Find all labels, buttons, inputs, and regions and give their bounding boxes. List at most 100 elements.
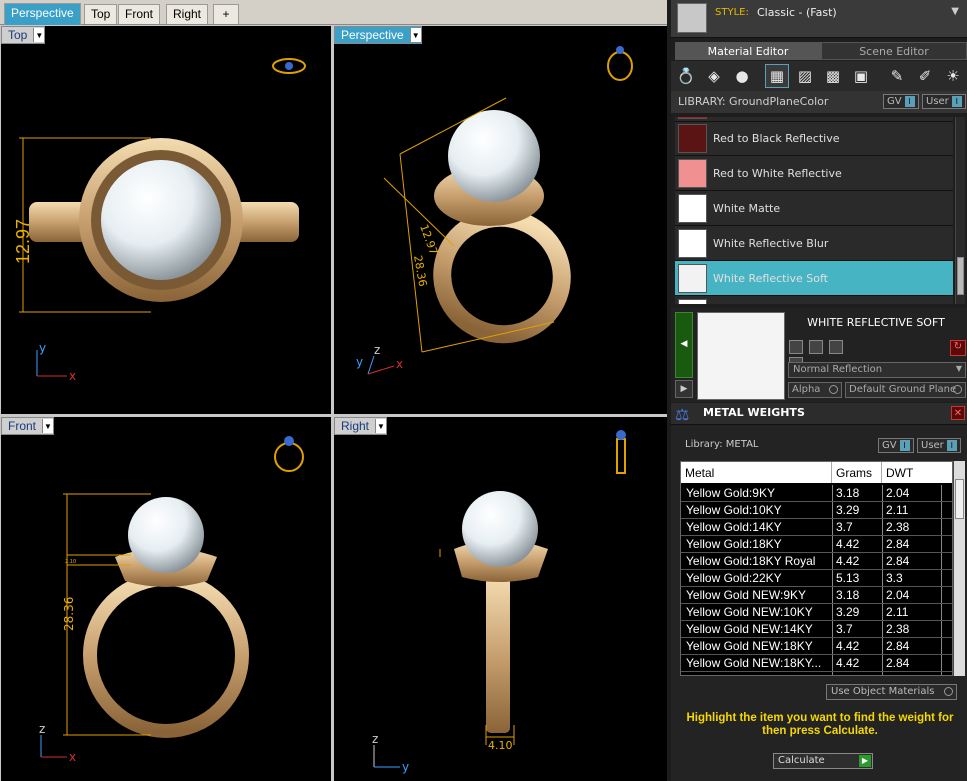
swatch xyxy=(678,124,707,153)
cell-metal: Yellow Gold:18KY Royal xyxy=(686,554,816,568)
viewport-right[interactable]: Right ▼ 4.10 z y xyxy=(334,417,667,781)
cell-dwt: 2.38 xyxy=(886,520,910,534)
tab-perspective[interactable]: Perspective xyxy=(4,3,81,25)
table-row[interactable]: Yellow Gold NEW:9KY 3.18 2.04 xyxy=(681,587,952,604)
cell-metal: Yellow Gold NEW:18KY... xyxy=(686,656,822,670)
tab-front[interactable]: Front xyxy=(118,4,161,24)
table-row[interactable]: Yellow Gold:22KY 5.13 3.3 xyxy=(681,570,952,587)
table-row[interactable]: Yellow Gold NEW:14KY 3.7 2.38 xyxy=(681,621,952,638)
checker-icon[interactable]: ▣ xyxy=(849,64,873,88)
cell-metal: Yellow Gold:18KY xyxy=(686,537,782,551)
list-item[interactable]: White Reflective Blur xyxy=(675,226,953,261)
use-object-materials-toggle[interactable]: Use Object Materials xyxy=(826,684,957,700)
svg-text:z: z xyxy=(372,732,378,746)
user-toggle[interactable]: User I xyxy=(917,438,961,453)
reflection-select[interactable]: Normal Reflection ▼ xyxy=(788,362,966,378)
right-panel: STYLE: Classic - (Fast) ▼ Material Edito… xyxy=(671,0,967,781)
dimension-label: 12.97 xyxy=(13,219,33,264)
chevron-down-icon[interactable]: ▼ xyxy=(951,6,959,17)
sphere-icon[interactable]: ● xyxy=(730,64,754,88)
ground-plane-field[interactable]: Default Ground Plane xyxy=(845,382,966,398)
metal-table-scrollbar[interactable] xyxy=(953,461,965,676)
user-toggle[interactable]: User I xyxy=(922,94,966,109)
panel-title: METAL WEIGHTS xyxy=(703,406,805,419)
save-icon[interactable] xyxy=(789,340,803,354)
gv-toggle[interactable]: GV I xyxy=(878,438,914,453)
tab-right[interactable]: Right xyxy=(166,4,209,24)
svg-text:y: y xyxy=(356,355,363,369)
pattern-icon[interactable]: ▨ xyxy=(793,64,817,88)
table-row[interactable]: Yellow Gold:9KY 3.18 2.04 xyxy=(681,485,952,502)
svg-text:z: z xyxy=(39,722,45,736)
table-row[interactable]: Yellow Gold NEW:22KY 5.13 3.3 xyxy=(681,672,952,675)
list-item[interactable]: Red to White Reflective xyxy=(675,156,953,191)
list-item[interactable] xyxy=(675,296,953,304)
column-header-dwt[interactable]: DWT xyxy=(882,462,952,483)
table-row[interactable]: Yellow Gold:18KY Royal 4.42 2.84 xyxy=(681,553,952,570)
tab-top[interactable]: Top xyxy=(84,4,118,24)
paint-icon[interactable]: ✎ xyxy=(885,64,909,88)
calculate-button[interactable]: Calculate ▶ xyxy=(773,753,873,769)
diamond-icon[interactable]: ◈ xyxy=(702,64,726,88)
list-item-selected[interactable]: White Reflective Soft xyxy=(675,261,953,296)
table-row[interactable]: Yellow Gold:18KY 4.42 2.84 xyxy=(681,536,952,553)
brush-icon[interactable]: ✐ xyxy=(913,64,937,88)
viewport-front[interactable]: Front ▼ 28.36 2.10 z x xyxy=(1,417,331,781)
cell-dwt: 3.3 xyxy=(886,571,903,585)
svg-text:x: x xyxy=(396,357,403,371)
ground-plane-icon[interactable]: ▦ xyxy=(765,64,789,88)
cell-metal: Yellow Gold NEW:14KY xyxy=(686,622,813,636)
cell-grams: 4.42 xyxy=(836,656,860,670)
cell-dwt: 2.84 xyxy=(886,639,910,653)
style-thumbnail[interactable] xyxy=(677,3,707,33)
duplicate-icon[interactable] xyxy=(809,340,823,354)
table-row[interactable]: Yellow Gold:14KY 3.7 2.38 xyxy=(681,519,952,536)
material-preview xyxy=(697,312,785,400)
style-value[interactable]: Classic - (Fast) xyxy=(757,6,837,19)
light-bulb-icon[interactable]: ☀ xyxy=(941,64,965,88)
style-prefix: STYLE: xyxy=(715,7,749,18)
ring-front-view: 28.36 2.10 z x xyxy=(39,436,304,764)
metal-table: Metal Grams DWT Yellow Gold:9KY 3.18 2.04 Y… xyxy=(680,461,953,676)
reset-icon[interactable]: ↻ xyxy=(950,340,966,356)
material-title: WHITE REFLECTIVE SOFT xyxy=(807,316,945,329)
export-icon[interactable] xyxy=(829,340,843,354)
swatch xyxy=(678,159,707,188)
list-item[interactable]: Red to Black Reflective xyxy=(675,121,953,156)
cell-dwt: 2.84 xyxy=(886,656,910,670)
list-item[interactable]: White Matte xyxy=(675,191,953,226)
expand-left-button[interactable]: ◀ xyxy=(675,312,693,378)
viewport-perspective[interactable]: Perspective ▼ 12.97 28.36 y z x xyxy=(334,26,667,414)
svg-text:2.10: 2.10 xyxy=(65,559,76,565)
play-button[interactable]: ▶ xyxy=(675,380,693,398)
table-row[interactable]: Yellow Gold NEW:10KY 3.29 2.11 xyxy=(681,604,952,621)
tab-scene-editor[interactable]: Scene Editor xyxy=(821,42,967,60)
table-row[interactable]: Yellow Gold:10KY 3.29 2.11 xyxy=(681,502,952,519)
close-icon[interactable]: ✕ xyxy=(951,406,965,420)
tab-material-editor[interactable]: Material Editor xyxy=(675,42,821,60)
cell-metal: Yellow Gold NEW:22KY xyxy=(686,673,832,675)
table-row[interactable]: Yellow Gold NEW:18KY... 4.42 2.84 xyxy=(681,655,952,672)
column-header-metal[interactable]: Metal xyxy=(681,462,832,483)
viewport-top[interactable]: Top ▼ 12.97 y x xyxy=(1,26,331,414)
calculate-hint: Highlight the item you want to find the … xyxy=(686,712,954,737)
texture-icon[interactable]: ▩ xyxy=(821,64,845,88)
ring-icon xyxy=(274,436,304,472)
cell-grams: 3.29 xyxy=(836,503,860,517)
table-row[interactable]: Yellow Gold NEW:18KY 4.42 2.84 xyxy=(681,638,952,655)
svg-text:12.97: 12.97 xyxy=(417,223,440,257)
gv-toggle[interactable]: GV I xyxy=(883,94,919,109)
swatch xyxy=(678,194,707,223)
material-scrollbar[interactable] xyxy=(955,117,965,304)
alpha-field[interactable]: Alpha xyxy=(788,382,842,398)
cell-grams: 3.18 xyxy=(836,486,860,500)
ring-icon xyxy=(616,430,626,474)
cell-dwt: 2.84 xyxy=(886,537,910,551)
ring-icon xyxy=(272,58,306,74)
ring-icon[interactable]: 💍 xyxy=(674,64,698,88)
column-header-grams[interactable]: Grams xyxy=(832,462,882,483)
cell-grams: 3.18 xyxy=(836,588,860,602)
cell-grams: 3.7 xyxy=(836,520,853,534)
ring-icon xyxy=(607,46,633,81)
add-tab-button[interactable]: + xyxy=(213,4,239,24)
